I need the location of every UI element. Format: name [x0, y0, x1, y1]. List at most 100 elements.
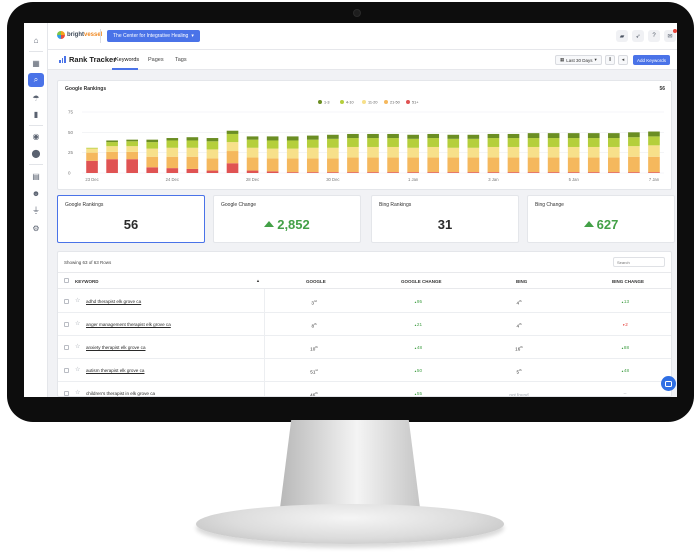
column-header-keyword[interactable]: KEYWORD [75, 279, 99, 284]
tab-tags[interactable]: Tags [175, 57, 187, 63]
account-selector-button[interactable]: The Center for Integrative Healing ▾ [107, 30, 200, 42]
bar-segment [106, 142, 118, 147]
rocket-icon[interactable]: ➶ [632, 30, 644, 42]
bar-segment [206, 141, 219, 150]
row-checkbox[interactable] [64, 299, 69, 304]
rank-ordinal: th [520, 345, 523, 349]
select-all-checkbox[interactable] [64, 278, 69, 283]
keyword-link[interactable]: adhd therapist elk grove ca [86, 299, 141, 304]
star-icon[interactable]: ☆ [75, 367, 80, 373]
column-header-bing[interactable]: BING [516, 279, 527, 284]
row-checkbox[interactable] [64, 368, 69, 373]
location-pin-icon[interactable]: ⬤ [28, 146, 44, 160]
bar-segment [527, 172, 540, 173]
row-checkbox[interactable] [64, 391, 69, 396]
star-icon[interactable]: ☆ [75, 298, 80, 304]
help-icon[interactable]: ? [648, 30, 660, 42]
bar-segment [367, 157, 379, 173]
users-icon[interactable]: ☻ [28, 186, 44, 200]
bar-segment [206, 158, 219, 171]
bing-change-value: 2 [625, 322, 628, 327]
search-icon[interactable]: ⌕ [28, 73, 44, 87]
plug-icon[interactable]: ⏚ [28, 203, 44, 217]
reviews-icon[interactable]: ◉ [28, 129, 44, 143]
notifications-icon[interactable]: ✉ [664, 29, 677, 42]
sidebar-divider [29, 51, 43, 52]
bar-segment [146, 142, 159, 149]
document-icon[interactable]: ▤ [28, 169, 44, 183]
bar-segment [407, 138, 419, 148]
star-icon[interactable]: ☆ [75, 321, 80, 327]
star-icon[interactable]: ☆ [75, 344, 80, 350]
active-tab-indicator [112, 68, 138, 70]
bar-segment [387, 157, 399, 173]
bar-segment [587, 133, 600, 139]
date-range-button[interactable]: ▦ Last 30 Days ▾ [555, 55, 602, 65]
sort-icon[interactable]: ▲ [256, 278, 260, 283]
apps-grid-icon[interactable]: ▦ [28, 56, 44, 70]
bar-segment [286, 148, 299, 159]
legend-marker [406, 100, 410, 104]
sidebar: ⌂ ▦ ⌕ ☂ ▮ ◉ ⬤ ▤ ☻ ⏚ ⚙ [24, 23, 48, 397]
table-header: KEYWORD ▲ GOOGLE GOOGLE CHANGE BING BING… [58, 272, 671, 289]
x-tick-label: 3 Jan [488, 177, 499, 182]
bar-segment [507, 146, 520, 158]
tab-keywords[interactable]: Keywords [115, 57, 139, 63]
brand-logo[interactable]: bright vessel [57, 31, 102, 39]
table-row[interactable]: ☆ adhd therapist elk grove ca 3rd ▲95 4th ▲13 [58, 290, 671, 313]
table-row[interactable]: ☆ anxiety therapist elk grove ca 10th ▲48 16… [58, 336, 671, 359]
home-icon[interactable]: ⌂ [28, 33, 44, 47]
stat-card-bing-rankings[interactable]: Bing Rankings 31 [371, 195, 519, 243]
bar-segment [306, 135, 319, 140]
star-icon[interactable]: ☆ [75, 390, 80, 396]
page-title-text: Rank Tracker [69, 55, 117, 64]
folder-icon[interactable]: ▰ [616, 30, 628, 42]
umbrella-icon[interactable]: ☂ [28, 91, 44, 105]
bar-segment [106, 140, 118, 143]
x-tick-label: 24 Dec [166, 177, 179, 182]
bar-segment [507, 133, 520, 139]
settings-gear-icon[interactable]: ⚙ [28, 221, 44, 235]
rank-tracker-icon[interactable]: ▮ [28, 107, 44, 121]
keyword-link[interactable]: anxiety therapist elk grove ca [86, 345, 146, 350]
bar-segment [447, 134, 460, 139]
chat-support-button[interactable] [661, 376, 676, 391]
bar-segment [547, 172, 560, 173]
notification-badge [673, 29, 677, 33]
keyword-link[interactable]: anger management therapist elk grove ca [86, 322, 171, 327]
bar-segment [86, 152, 98, 161]
bar-segment [266, 158, 279, 172]
table-row[interactable]: ☆ anger management therapist elk grove ca… [58, 313, 671, 336]
keyword-link[interactable]: children's therapist in elk grove ca [86, 391, 155, 396]
add-keywords-button[interactable]: Add Keywords [633, 55, 671, 65]
bar-segment [266, 171, 279, 173]
bar-segment [527, 133, 540, 139]
stat-card-google-rankings[interactable]: Google Rankings 56 [57, 195, 205, 243]
bar-segment [587, 146, 600, 158]
row-checkbox[interactable] [64, 345, 69, 350]
bar-segment [547, 138, 560, 147]
calendar-icon: ▦ [560, 57, 565, 62]
table-search-input[interactable] [613, 257, 665, 267]
share-button[interactable]: ◂ [618, 55, 628, 65]
trend-up-icon [583, 221, 594, 227]
stat-card-google-change[interactable]: Google Change 2,852 [213, 195, 361, 243]
row-checkbox[interactable] [64, 322, 69, 327]
columns-toggle-button[interactable]: ⫴ [605, 55, 615, 65]
bar-segment [166, 147, 179, 157]
bar-segment [628, 156, 640, 173]
stat-card-bing-change[interactable]: Bing Change 627 [527, 195, 675, 243]
y-tick-label: 75 [68, 110, 74, 115]
google-rank: 10th [284, 345, 344, 352]
table-row[interactable]: ☆ children's therapist in elk grove ca 46t… [58, 382, 671, 396]
tab-pages[interactable]: Pages [148, 57, 164, 63]
bar-segment [507, 172, 520, 173]
keyword-link[interactable]: autism therapist elk grove ca [86, 368, 144, 373]
table-row[interactable]: ☆ autism therapist elk grove ca 51st ▲50 5th… [58, 359, 671, 382]
column-header-google[interactable]: GOOGLE [306, 279, 326, 284]
column-header-bing-change[interactable]: BING CHANGE [612, 279, 644, 284]
bar-segment [306, 158, 319, 173]
bar-segment [226, 163, 239, 173]
column-header-google-change[interactable]: GOOGLE CHANGE [401, 279, 442, 284]
bar-segment [266, 140, 279, 149]
